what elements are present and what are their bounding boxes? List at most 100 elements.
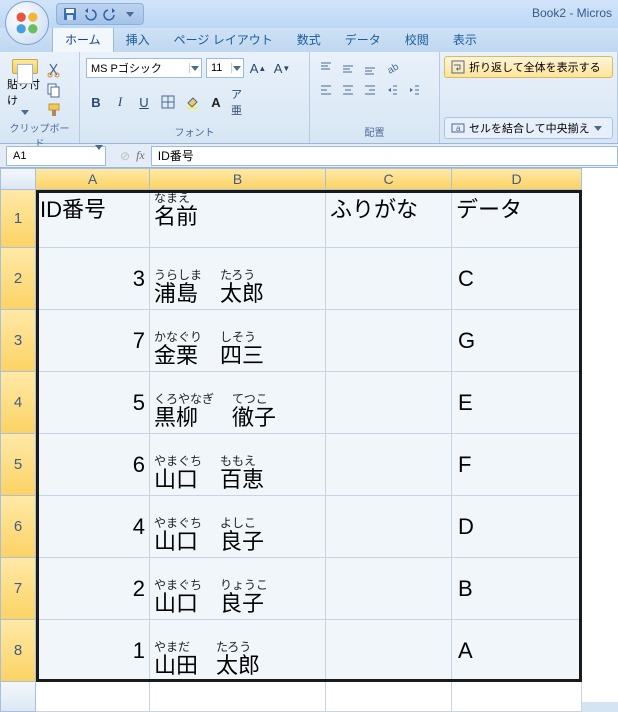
cell-D4[interactable]: E — [452, 372, 582, 434]
cell-C9[interactable] — [326, 682, 452, 712]
indent-decrease-icon[interactable] — [382, 80, 402, 100]
cell-A9[interactable] — [36, 682, 150, 712]
cell-D6[interactable]: D — [452, 496, 582, 558]
row-header-8[interactable]: 8 — [0, 620, 36, 682]
paste-button[interactable]: 貼り付け — [6, 58, 44, 116]
increase-font-icon[interactable]: A▲ — [248, 58, 268, 78]
cell-D1[interactable]: データ — [452, 190, 582, 248]
tab-insert[interactable]: 挿入 — [114, 27, 162, 52]
cell-A1[interactable]: ID番号 — [36, 190, 150, 248]
indent-increase-icon[interactable] — [404, 80, 424, 100]
save-icon[interactable] — [63, 7, 77, 21]
cell-B6[interactable]: やまぐち山口よしこ良子 — [150, 496, 326, 558]
fx-cancel-icon[interactable]: ⊘ — [120, 149, 130, 163]
column-headers: ABCD — [0, 168, 618, 190]
row-header-3[interactable]: 3 — [0, 310, 36, 372]
select-all-corner[interactable] — [0, 168, 36, 190]
formula-bar[interactable]: ID番号 — [151, 146, 618, 166]
undo-icon[interactable] — [83, 7, 97, 21]
tab-layout[interactable]: ページ レイアウト — [162, 27, 285, 52]
cell-D9[interactable] — [452, 682, 582, 712]
cell-A6[interactable]: 4 — [36, 496, 150, 558]
column-header-B[interactable]: B — [150, 168, 326, 190]
tab-formula[interactable]: 数式 — [285, 27, 333, 52]
cell-C5[interactable] — [326, 434, 452, 496]
column-header-A[interactable]: A — [36, 168, 150, 190]
redo-icon[interactable] — [103, 7, 117, 21]
align-top-icon[interactable] — [316, 58, 336, 78]
column-header-D[interactable]: D — [452, 168, 582, 190]
fx-icon[interactable]: fx — [136, 148, 145, 163]
qat-dropdown-icon[interactable] — [123, 7, 137, 21]
cell-A4[interactable]: 5 — [36, 372, 150, 434]
cell-B7[interactable]: やまぐち山口りょうこ良子 — [150, 558, 326, 620]
tab-home[interactable]: ホーム — [52, 26, 114, 52]
row-5: 56やまぐち山口ももえ百恵 F — [0, 434, 618, 496]
tab-review[interactable]: 校閲 — [393, 27, 441, 52]
align-center-icon[interactable] — [338, 80, 358, 100]
cell-C7[interactable] — [326, 558, 452, 620]
font-color-button[interactable]: A — [206, 92, 226, 112]
column-header-C[interactable]: C — [326, 168, 452, 190]
cell-D5[interactable]: F — [452, 434, 582, 496]
cut-icon[interactable] — [46, 62, 62, 78]
cell-A3[interactable]: 7 — [36, 310, 150, 372]
cell-C8[interactable] — [326, 620, 452, 682]
cell-A7[interactable]: 2 — [36, 558, 150, 620]
cell-A8[interactable]: 1 — [36, 620, 150, 682]
ribbon-tabs: ホーム 挿入 ページ レイアウト 数式 データ 校閲 表示 — [0, 28, 618, 52]
quick-access-toolbar — [56, 3, 144, 25]
row-header-1[interactable]: 1 — [0, 190, 36, 248]
svg-text:a: a — [456, 124, 461, 133]
cell-C6[interactable] — [326, 496, 452, 558]
cell-C2[interactable] — [326, 248, 452, 310]
row-header-6[interactable]: 6 — [0, 496, 36, 558]
font-name-combo[interactable]: MS Pゴシック — [86, 58, 202, 78]
cell-B2[interactable]: うらしま浦島たろう太郎 — [150, 248, 326, 310]
row-header-7[interactable]: 7 — [0, 558, 36, 620]
group-clipboard: 貼り付け クリップボード — [0, 52, 80, 143]
italic-button[interactable]: I — [110, 92, 130, 112]
cell-B8[interactable]: やまだ山田たろう太郎 — [150, 620, 326, 682]
merge-center-button[interactable]: a セルを結合して中央揃え — [444, 117, 613, 139]
cell-D3[interactable]: G — [452, 310, 582, 372]
cell-B9[interactable] — [150, 682, 326, 712]
cell-A2[interactable]: 3 — [36, 248, 150, 310]
cell-D7[interactable]: B — [452, 558, 582, 620]
row-header-2[interactable]: 2 — [0, 248, 36, 310]
decrease-font-icon[interactable]: A▼ — [272, 58, 292, 78]
align-bottom-icon[interactable] — [360, 58, 380, 78]
copy-icon[interactable] — [46, 82, 62, 98]
phonetic-button[interactable]: ア亜 — [230, 92, 250, 112]
row-8: 81やまだ山田たろう太郎 A — [0, 620, 618, 682]
cell-B1[interactable]: なまえ名前 — [150, 190, 326, 248]
border-button[interactable] — [158, 92, 178, 112]
cell-C4[interactable] — [326, 372, 452, 434]
orientation-icon[interactable]: ab — [382, 58, 402, 78]
row-header-4[interactable]: 4 — [0, 372, 36, 434]
cell-B4[interactable]: くろやなぎ黒柳てつこ徹子 — [150, 372, 326, 434]
cell-B3[interactable]: かなぐり金栗しそう四三 — [150, 310, 326, 372]
bold-button[interactable]: B — [86, 92, 106, 112]
fill-color-button[interactable] — [182, 92, 202, 112]
name-box[interactable]: A1 — [6, 146, 106, 166]
cell-A5[interactable]: 6 — [36, 434, 150, 496]
cell-D8[interactable]: A — [452, 620, 582, 682]
row-header-9[interactable] — [0, 682, 36, 712]
row-header-5[interactable]: 5 — [0, 434, 36, 496]
tab-data[interactable]: データ — [333, 27, 393, 52]
format-painter-icon[interactable] — [46, 102, 62, 118]
cell-B5[interactable]: やまぐち山口ももえ百恵 — [150, 434, 326, 496]
office-button[interactable] — [5, 1, 49, 45]
cell-C3[interactable] — [326, 310, 452, 372]
font-size-combo[interactable]: 11 — [206, 58, 244, 78]
wrap-text-button[interactable]: 折り返して全体を表示する — [444, 56, 613, 78]
tab-view[interactable]: 表示 — [441, 27, 489, 52]
align-right-icon[interactable] — [360, 80, 380, 100]
cell-D2[interactable]: C — [452, 248, 582, 310]
underline-button[interactable]: U — [134, 92, 154, 112]
cell-C1[interactable]: ふりがな — [326, 190, 452, 248]
align-middle-icon[interactable] — [338, 58, 358, 78]
align-left-icon[interactable] — [316, 80, 336, 100]
worksheet[interactable]: ABCD 1ID番号なまえ名前ふりがなデータ23うらしま浦島たろう太郎C37かな… — [0, 168, 618, 702]
